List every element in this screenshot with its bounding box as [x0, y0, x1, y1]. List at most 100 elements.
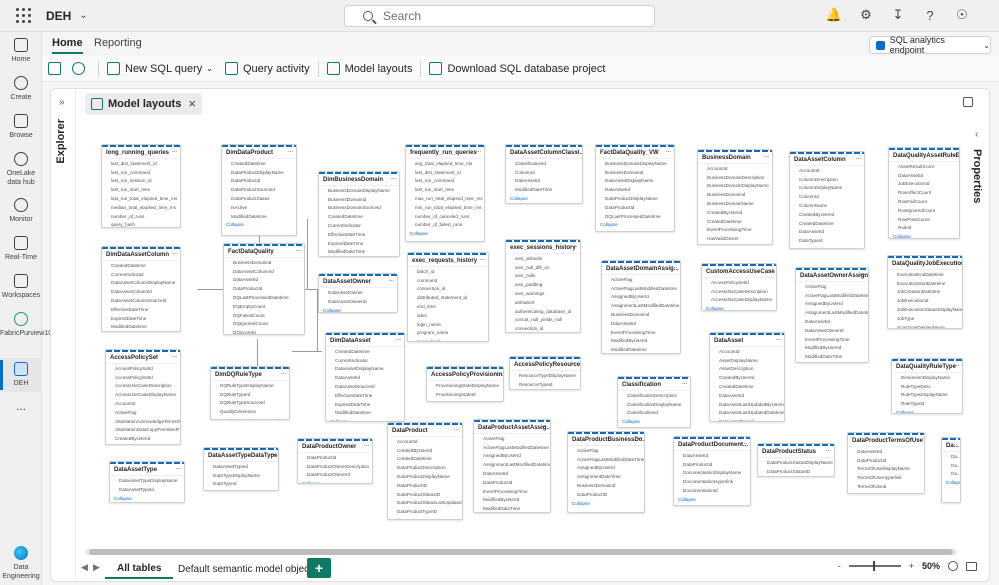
- column-row[interactable]: DataAssetId: [796, 317, 868, 326]
- workspace-name[interactable]: DEH: [46, 9, 71, 23]
- column-row[interactable]: DataAssetTypeId: [204, 462, 278, 471]
- collapse-link[interactable]: Collapse: [889, 232, 959, 238]
- table-card-title[interactable]: exec_requests_history: [408, 253, 488, 267]
- column-row[interactable]: ResourceTypeId: [510, 380, 580, 389]
- app-launcher-icon[interactable]: [12, 5, 34, 27]
- column-row[interactable]: AssignedByUserId: [796, 300, 868, 309]
- column-row[interactable]: DataProductId: [848, 456, 924, 465]
- collapse-link[interactable]: Collapse: [204, 488, 278, 490]
- column-row[interactable]: RuleId: [889, 223, 959, 232]
- column-row[interactable]: DataProductId: [224, 284, 304, 293]
- table-card-title[interactable]: DataAssetOwner: [319, 274, 397, 288]
- refresh-button[interactable]: [42, 58, 72, 80]
- table-card-title[interactable]: DataAssetType: [110, 462, 184, 476]
- column-row[interactable]: DataProductDescription: [388, 463, 462, 472]
- column-row[interactable]: DataProductId: [222, 177, 296, 186]
- column-row[interactable]: ansi_padding: [506, 280, 580, 289]
- column-row[interactable]: ExpiredDateTime: [319, 239, 399, 248]
- column-row[interactable]: ModifiedDateTime: [319, 247, 399, 256]
- column-row[interactable]: last_dist_statement_id: [406, 168, 484, 177]
- collapse-link[interactable]: Collapse: [796, 361, 868, 362]
- column-row[interactable]: median_total_elapsed_time_ms: [102, 203, 180, 212]
- collapse-link[interactable]: Collapse: [298, 479, 372, 483]
- column-row[interactable]: DataAssetColumnSourceId: [102, 296, 180, 305]
- column-row[interactable]: program_name: [408, 328, 488, 337]
- column-row[interactable]: distributed_statement_id: [408, 293, 488, 302]
- table-card-title[interactable]: AccessPolicyResourceTy...: [510, 357, 580, 371]
- table-card-title[interactable]: DimDataAssetColumn: [102, 247, 180, 261]
- collapse-link[interactable]: Collapse: [848, 491, 924, 494]
- column-row[interactable]: last_run_total_elapsed_time_ms: [102, 194, 180, 203]
- column-row[interactable]: DataProductDisplayName: [596, 194, 674, 203]
- column-row[interactable]: CreatedDatetime: [790, 219, 864, 228]
- table-card[interactable]: DataQualityRuleTypeDimensionDisplayNameR…: [891, 358, 963, 414]
- collapse-link[interactable]: Collapse: [319, 256, 399, 257]
- table-card-title[interactable]: FactDataQuality_VW: [596, 145, 674, 159]
- column-row[interactable]: DataAssetColumnId: [224, 267, 304, 276]
- table-card[interactable]: DataQualityJobExecutionExecutionEndDatet…: [887, 255, 963, 329]
- collapse-link[interactable]: Collapse: [510, 389, 580, 390]
- column-row[interactable]: TermsOfUseId: [848, 482, 924, 491]
- column-row[interactable]: JobType: [888, 314, 962, 323]
- zoom-in-button[interactable]: +: [909, 561, 914, 571]
- column-row[interactable]: CreatedDatetime: [698, 217, 772, 226]
- column-row[interactable]: BusinessDomainDisplayName: [319, 186, 399, 195]
- column-row[interactable]: DataAssetDisplayName: [326, 365, 404, 374]
- column-row[interactable]: ClassificationDescription: [618, 391, 690, 400]
- column-row[interactable]: RowAffectCount: [889, 188, 959, 197]
- table-card[interactable]: DimBusinessDomainBusinessDomainDisplayNa…: [318, 171, 400, 257]
- table-card[interactable]: DataAssetColumnClassi...ClassificationId…: [505, 144, 583, 204]
- column-row[interactable]: query_hash: [102, 220, 180, 227]
- column-row[interactable]: DataProductOwnerId: [298, 471, 372, 480]
- column-row[interactable]: ActiveFlag: [106, 408, 180, 417]
- column-row[interactable]: AssignedByUserId: [568, 464, 644, 473]
- table-card-title[interactable]: DataProduct: [388, 423, 462, 437]
- column-row[interactable]: DimensionDisplayName: [892, 373, 962, 382]
- table-card-title[interactable]: AccessPolicySet: [106, 350, 180, 364]
- tab-reporting[interactable]: Reporting: [94, 37, 142, 49]
- column-row[interactable]: DataAssetSourceId: [326, 382, 404, 391]
- column-row[interactable]: CreatedDatetime: [388, 455, 462, 464]
- column-row[interactable]: EventProcessingTime: [474, 487, 550, 496]
- column-row[interactable]: DQRuleTypeSourceId: [211, 399, 289, 408]
- column-row[interactable]: ResourceTypeDisplayName: [510, 371, 580, 380]
- column-row[interactable]: JobExecutionId: [888, 296, 962, 305]
- collapse-link[interactable]: Collapse: [596, 220, 674, 229]
- column-row[interactable]: AssignedByUserId: [602, 293, 680, 302]
- table-card[interactable]: ClassificationClassificationDescriptionC…: [617, 376, 691, 428]
- model-diagram[interactable]: long_running_querieslast_dist_statement_…: [77, 119, 965, 551]
- column-row[interactable]: TermsOfUseHyperlink: [848, 473, 924, 482]
- table-card[interactable]: FactDataQuality_VWBusinessDomainDisplayN…: [595, 144, 675, 232]
- column-row[interactable]: ActiveFlagLastModifiedDateTime: [568, 455, 644, 464]
- zoom-slider-thumb[interactable]: [872, 561, 875, 571]
- tab-home[interactable]: Home: [52, 37, 83, 54]
- column-row[interactable]: DataAssetColumnDisplayName: [102, 279, 180, 288]
- table-card-title[interactable]: AccessPolicyProvisionin...: [427, 367, 503, 381]
- column-row[interactable]: Da...: [942, 461, 960, 470]
- collapse-link[interactable]: Collapse: [758, 476, 834, 477]
- column-row[interactable]: DQFailedCount: [224, 311, 304, 320]
- collapse-link[interactable]: Collapse: [319, 306, 397, 312]
- tab-scroll-left-icon[interactable]: ◀: [81, 562, 88, 573]
- column-row[interactable]: EventProcessingTime: [602, 328, 680, 337]
- fit-to-screen-icon[interactable]: [966, 561, 977, 571]
- column-row[interactable]: DataProductOwnerDescription: [298, 462, 372, 471]
- column-row[interactable]: AttestationAcknowledgeTermsOf...: [106, 417, 180, 426]
- collapse-link[interactable]: Collapse: [618, 417, 690, 426]
- download-icon[interactable]: ↧: [889, 6, 907, 24]
- collapse-link[interactable]: Collapse: [892, 408, 962, 413]
- column-row[interactable]: AssignmentLastModifiedDatetime: [602, 301, 680, 310]
- column-row[interactable]: connection_id: [408, 285, 488, 294]
- table-card-title[interactable]: Classification: [618, 377, 690, 391]
- column-row[interactable]: RowIgnoredCount: [889, 206, 959, 215]
- column-row[interactable]: ExpiredDateTime: [326, 400, 404, 409]
- column-row[interactable]: ClassificationDisplayName: [618, 400, 690, 409]
- collapse-link[interactable]: Collapse: [674, 495, 750, 504]
- column-row[interactable]: ActiveFlag: [602, 275, 680, 284]
- column-row[interactable]: ExecutionStartDatetime: [888, 279, 962, 288]
- table-card-title[interactable]: DataAssetTypeDataType: [204, 448, 278, 462]
- column-row[interactable]: DataProductId: [674, 460, 750, 469]
- column-row[interactable]: CreatedDatetime: [326, 347, 404, 356]
- column-row[interactable]: ScanTypeDisplayName: [888, 323, 962, 328]
- column-row[interactable]: ModifiedDatetime: [602, 345, 680, 353]
